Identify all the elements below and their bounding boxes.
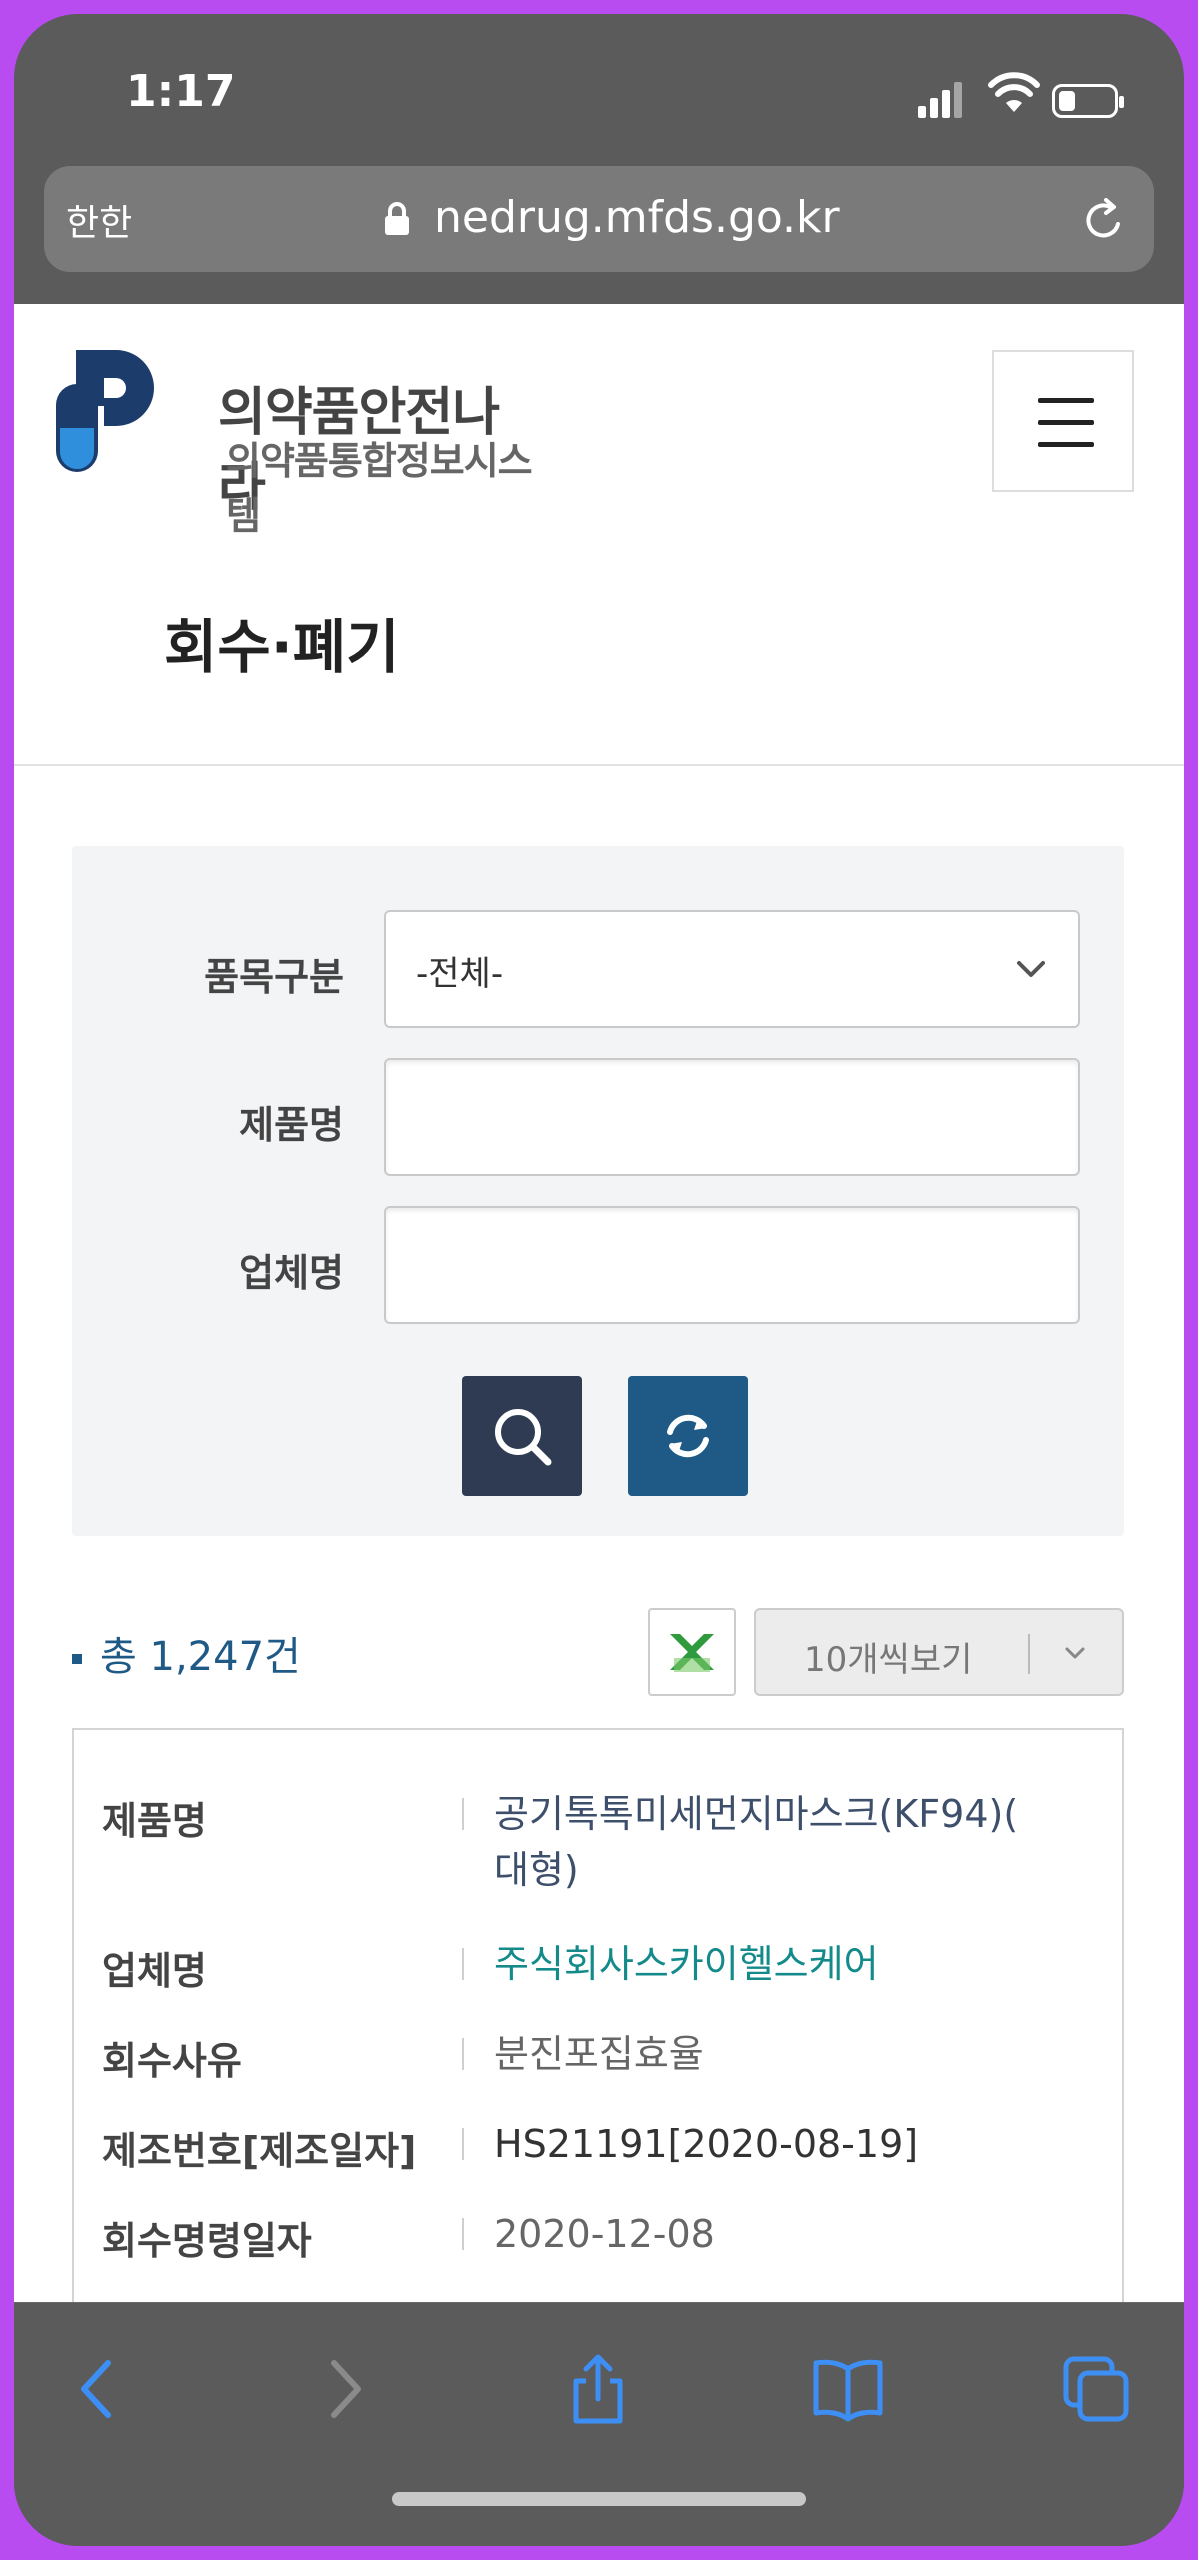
forward-icon[interactable] (306, 2353, 378, 2425)
field-key: 회수사유 (102, 2039, 242, 2083)
phone-screen: 1:17 한한 nedrug.mfds.go.kr 의약품안전나라 의약품통합정… (14, 14, 1184, 2546)
product-name-input[interactable] (384, 1058, 1080, 1176)
company-link[interactable]: 주식회사스카이헬스케어 (494, 1936, 879, 1992)
share-icon[interactable] (562, 2353, 634, 2425)
page-title: 회수·폐기 (164, 613, 400, 681)
total-count-text: 총 1,247건 (100, 1634, 301, 1680)
field-value: 2020-12-08 (494, 2212, 715, 2256)
field-value[interactable]: 공기톡톡미세먼지마스크(KF94)( 대형) (494, 1786, 1054, 1898)
url-text[interactable]: nedrug.mfds.go.kr (434, 192, 840, 243)
web-page: 의약품안전나라 의약품통합정보시스템 회수·폐기 품목구분 -전체- 제품명 업… (14, 304, 1184, 2302)
field-key: 회수명령일자 (102, 2219, 312, 2263)
divider (14, 764, 1184, 766)
reload-icon[interactable] (1080, 196, 1128, 244)
capsule-logo-icon (56, 350, 154, 472)
chevron-down-icon (1017, 961, 1045, 977)
tabs-icon[interactable] (1060, 2353, 1132, 2425)
field-key: 제품명 (102, 1799, 207, 1843)
field-value: HS21191[2020-08-19] (494, 2122, 919, 2166)
field-key: 업체명 (102, 1949, 207, 1993)
site-logo[interactable]: 의약품안전나라 의약품통합정보시스템 (56, 326, 536, 538)
signal-icon (918, 78, 966, 118)
wifi-icon (988, 72, 1040, 112)
per-page-select[interactable]: 10개씩보기 (754, 1608, 1124, 1696)
status-bar: 1:17 (14, 14, 1184, 164)
category-label: 품목구분 (204, 955, 344, 999)
recall-record-card[interactable]: 제품명 공기톡톡미세먼지마스크(KF94)( 대형) 업체명 주식회사스카이헬스… (72, 1728, 1124, 2302)
search-panel: 품목구분 -전체- 제품명 업체명 (72, 846, 1124, 1536)
address-bar[interactable]: 한한 nedrug.mfds.go.kr (44, 166, 1154, 272)
browser-toolbar (14, 2302, 1184, 2546)
reader-aa-button[interactable]: 한한 (66, 194, 132, 246)
status-time: 1:17 (126, 66, 236, 117)
hamburger-icon (1038, 398, 1094, 403)
refresh-icon (667, 1414, 709, 1458)
home-indicator (392, 2492, 806, 2506)
reset-button[interactable] (628, 1376, 748, 1496)
device-frame: 1:17 한한 nedrug.mfds.go.kr 의약품안전나라 의약품통합정… (0, 0, 1198, 2560)
search-button[interactable] (462, 1376, 582, 1496)
total-count: 총 1,247건 (72, 1624, 301, 1682)
search-icon (495, 1409, 552, 1466)
battery-icon (1052, 84, 1124, 118)
category-select[interactable]: -전체- (384, 910, 1080, 1028)
lock-icon (385, 202, 409, 235)
product-name-label: 제품명 (239, 1103, 344, 1147)
bookmarks-icon[interactable] (812, 2353, 884, 2425)
company-name-input[interactable] (384, 1206, 1080, 1324)
company-name-label: 업체명 (239, 1251, 344, 1295)
excel-download-button[interactable] (648, 1608, 736, 1696)
back-icon[interactable] (64, 2353, 136, 2425)
field-key: 제조번호[제조일자] (102, 2129, 417, 2173)
hamburger-menu-button[interactable] (992, 350, 1134, 492)
logo-subtitle: 의약품통합정보시스템 (226, 439, 533, 538)
category-value: -전체- (416, 954, 504, 994)
excel-icon (670, 1634, 714, 1672)
chevron-down-icon (1065, 1647, 1085, 1659)
per-page-value: 10개씩보기 (804, 1640, 973, 1680)
field-value: 분진포집효율 (494, 2032, 704, 2076)
